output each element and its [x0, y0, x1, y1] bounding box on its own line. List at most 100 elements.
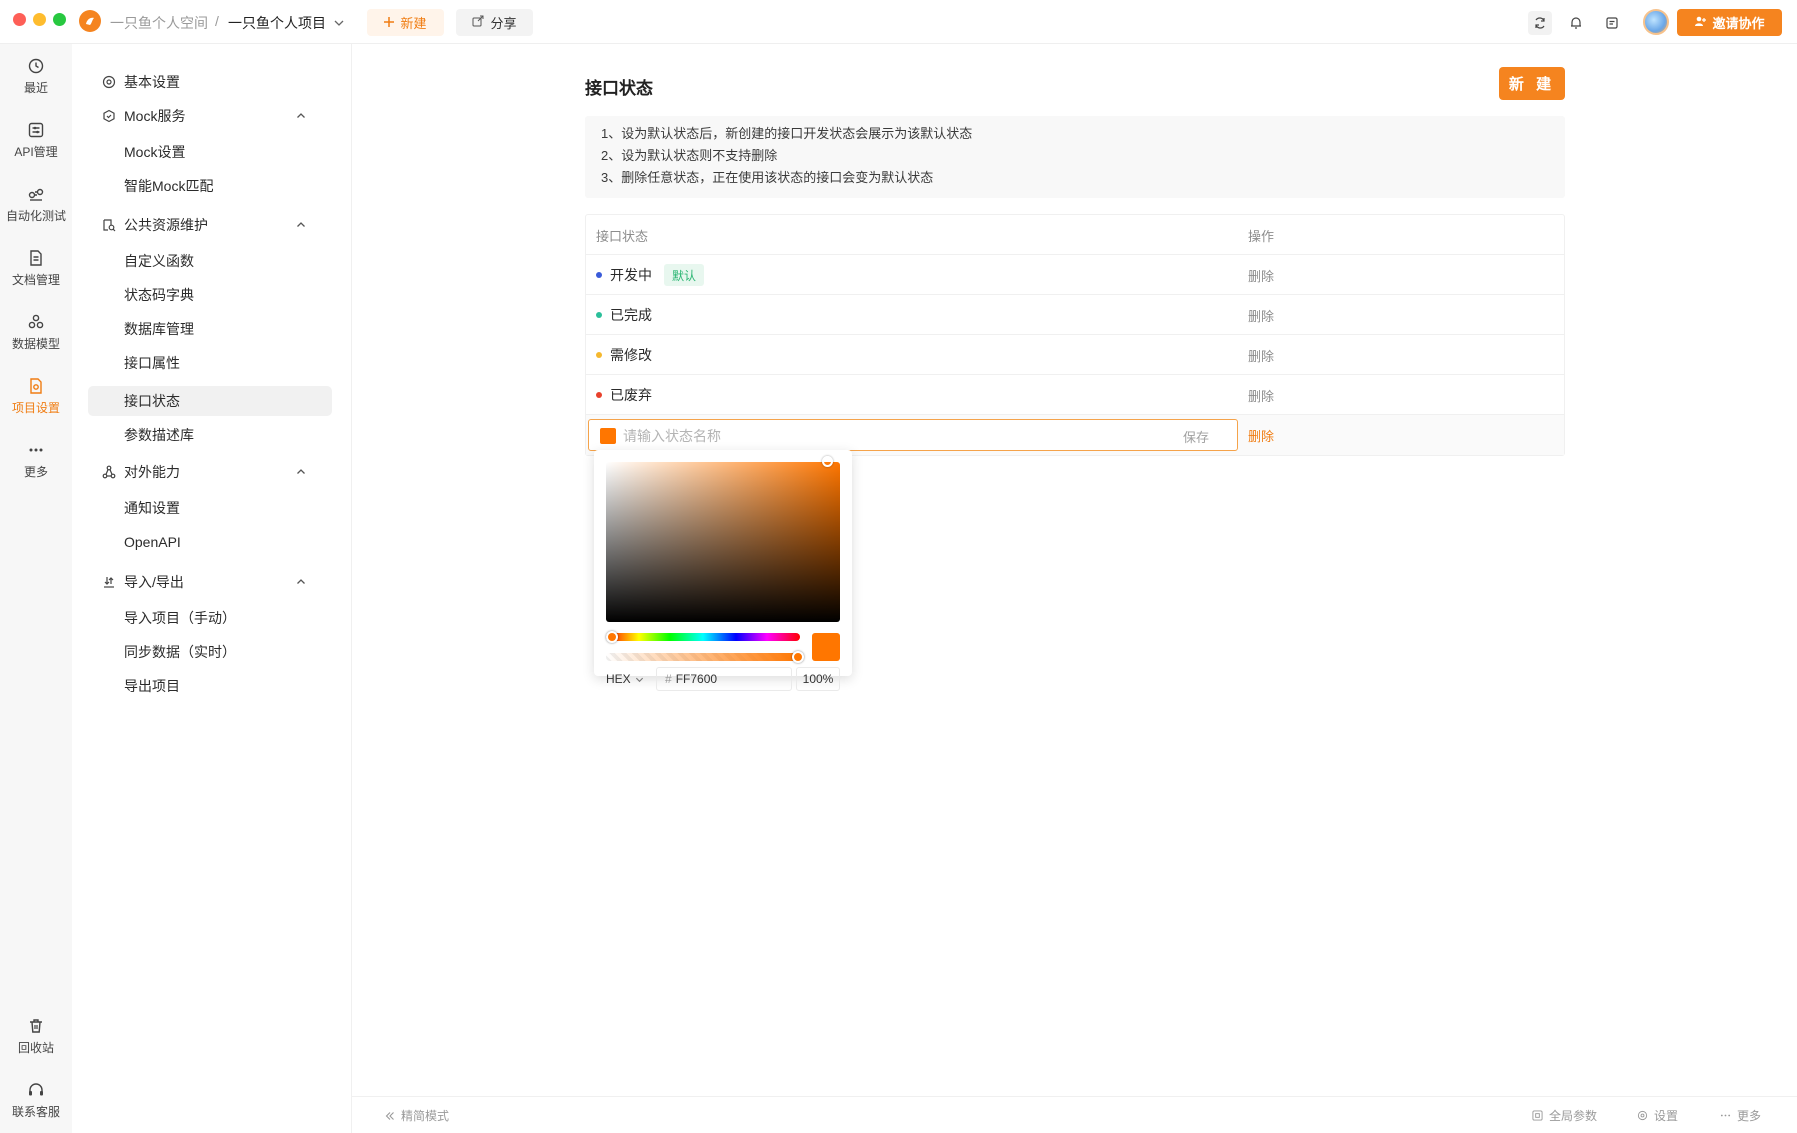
main-content: 接口状态 新 建 1、设为默认状态后，新创建的接口开发状态会展示为该默认状态 2… — [352, 44, 1797, 1096]
default-badge: 默认 — [664, 264, 705, 286]
nav-item-api-status[interactable]: 接口状态 — [88, 386, 332, 416]
nav-group-external[interactable]: 对外能力 — [88, 457, 320, 487]
nav-label: 导入/导出 — [124, 574, 184, 590]
chevron-down-icon[interactable] — [333, 16, 345, 34]
rail-item-documents[interactable]: 文档管理 — [0, 248, 72, 288]
nav-item-notifications[interactable]: 通知设置 — [88, 493, 332, 523]
rail-item-support[interactable]: 联系客服 — [0, 1080, 72, 1120]
alpha-slider-handle[interactable] — [792, 651, 804, 663]
saturation-value-area[interactable] — [606, 462, 840, 622]
app-logo-icon — [79, 10, 101, 32]
more-icon — [29, 448, 43, 452]
rail-item-recent[interactable]: 最近 — [0, 56, 72, 96]
status-name-input[interactable] — [623, 426, 1143, 446]
share-button[interactable]: 分享 — [456, 9, 533, 36]
chevron-up-icon[interactable] — [296, 111, 306, 121]
breadcrumb-project[interactable]: 一只鱼个人项目 — [228, 13, 326, 33]
color-mode-select[interactable]: HEX — [606, 672, 644, 686]
nav-item-database[interactable]: 数据库管理 — [88, 314, 332, 344]
saturation-handle[interactable] — [822, 456, 833, 467]
chevron-up-icon[interactable] — [296, 220, 306, 230]
status-name: 已废弃 — [610, 387, 652, 403]
nav-label: 对外能力 — [124, 464, 180, 480]
hex-input[interactable]: # FF7600 — [656, 667, 792, 691]
nav-item-custom-functions[interactable]: 自定义函数 — [88, 246, 332, 276]
nav-item-api-attributes[interactable]: 接口属性 — [88, 348, 332, 378]
avatar[interactable] — [1643, 9, 1669, 35]
nav-group-import-export[interactable]: 导入/导出 — [88, 567, 320, 597]
simple-mode-toggle[interactable]: 精简模式 — [385, 1097, 449, 1133]
rail-label: 最近 — [23, 81, 48, 95]
new-button[interactable]: 新建 — [367, 9, 444, 36]
gear-icon — [1637, 1110, 1648, 1121]
status-footer: 精简模式 全局参数 设置 更多 — [352, 1096, 1797, 1133]
message-icon[interactable] — [1600, 11, 1624, 35]
headset-icon — [29, 1083, 43, 1096]
global-params-icon — [1532, 1110, 1543, 1121]
chevron-up-icon[interactable] — [296, 467, 306, 477]
mock-icon — [102, 109, 116, 123]
rail-item-trash[interactable]: 回收站 — [0, 1016, 72, 1056]
chevron-up-icon[interactable] — [296, 577, 306, 587]
nav-group-public-resources[interactable]: 公共资源维护 — [88, 210, 320, 240]
rail-label: 联系客服 — [11, 1105, 60, 1119]
rail-item-data-model[interactable]: 数据模型 — [0, 312, 72, 352]
nav-item-sync-data[interactable]: 同步数据（实时） — [88, 637, 332, 667]
hue-slider[interactable] — [606, 633, 800, 641]
history-icon — [28, 58, 44, 74]
delete-link[interactable]: 删除 — [1248, 375, 1274, 415]
table-row[interactable]: 需修改 删除 — [586, 335, 1564, 375]
nav-item-mock-settings[interactable]: Mock设置 — [88, 137, 332, 167]
rail-item-api[interactable]: API管理 — [0, 120, 72, 160]
hex-value: FF7600 — [675, 672, 718, 686]
settings-icon — [102, 75, 116, 89]
color-swatch-button[interactable] — [600, 428, 616, 444]
breadcrumb-separator: / — [215, 13, 219, 29]
rail-item-project-settings[interactable]: 项目设置 — [0, 376, 72, 416]
delete-link[interactable]: 删除 — [1248, 335, 1274, 375]
sync-icon[interactable] — [1528, 11, 1552, 35]
color-mode-label: HEX — [606, 672, 631, 686]
rail-item-more[interactable]: 更多 — [0, 440, 72, 480]
delete-link[interactable]: 删除 — [1248, 255, 1274, 295]
maximize-window-button[interactable] — [53, 13, 66, 26]
alpha-slider[interactable] — [606, 653, 800, 661]
minimize-window-button[interactable] — [33, 13, 46, 26]
nav-item-status-codes[interactable]: 状态码字典 — [88, 280, 332, 310]
delete-link[interactable]: 删除 — [1248, 295, 1274, 335]
nav-label: 公共资源维护 — [124, 217, 208, 233]
nav-item-param-descriptions[interactable]: 参数描述库 — [88, 420, 332, 450]
bell-icon[interactable] — [1564, 11, 1588, 35]
new-status-button[interactable]: 新 建 — [1499, 67, 1565, 100]
tip-line: 2、设为默认状态则不支持删除 — [601, 148, 778, 163]
alpha-input[interactable]: 100% — [796, 667, 840, 691]
hue-slider-handle[interactable] — [606, 631, 618, 643]
delete-link-active[interactable]: 删除 — [1248, 415, 1274, 455]
rail-label: 项目设置 — [11, 401, 60, 415]
nav-basic-settings[interactable]: 基本设置 — [88, 67, 320, 97]
status-name: 已完成 — [610, 307, 652, 323]
nav-group-mock[interactable]: Mock服务 — [88, 101, 320, 131]
trash-icon — [30, 1019, 42, 1033]
close-window-button[interactable] — [13, 13, 26, 26]
table-row[interactable]: 开发中 默认 删除 — [586, 255, 1564, 295]
status-dot — [596, 392, 602, 398]
document-icon — [30, 250, 42, 266]
hash-label: # — [665, 672, 672, 686]
save-link[interactable]: 保存 — [1183, 427, 1209, 446]
nav-item-smart-mock[interactable]: 智能Mock匹配 — [88, 171, 332, 201]
rail-item-automation[interactable]: 自动化测试 — [0, 184, 72, 224]
more-button[interactable]: 更多 — [1720, 1097, 1761, 1133]
invite-button-label: 邀请协作 — [1712, 16, 1765, 31]
nav-item-openapi[interactable]: OpenAPI — [88, 527, 332, 557]
table-row[interactable]: 已完成 删除 — [586, 295, 1564, 335]
rail-label: 更多 — [23, 465, 48, 479]
global-params-button[interactable]: 全局参数 — [1532, 1097, 1597, 1133]
settings-button[interactable]: 设置 — [1637, 1097, 1678, 1133]
nav-item-export-project[interactable]: 导出项目 — [88, 671, 332, 701]
nav-item-import-project[interactable]: 导入项目（手动） — [88, 603, 332, 633]
invite-button[interactable]: 邀请协作 — [1677, 9, 1782, 36]
table-row[interactable]: 已废弃 删除 — [586, 375, 1564, 415]
breadcrumb-space[interactable]: 一只鱼个人空间 — [110, 13, 208, 33]
ellipsis-icon — [1720, 1114, 1731, 1117]
